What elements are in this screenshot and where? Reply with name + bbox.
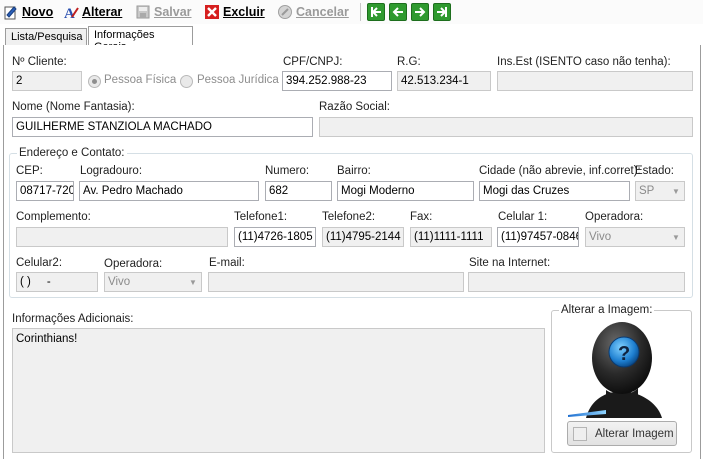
celular1-field[interactable]: (11)97457-0846 xyxy=(497,227,579,247)
operadora2-label: Operadora: xyxy=(104,258,163,270)
toolbar: Novo A Alterar Salvar Excluir Cancelar xyxy=(0,0,703,24)
toolbar-separator xyxy=(360,3,361,21)
cpf-label: CPF/CNPJ: xyxy=(283,56,343,68)
imagem-title: Alterar a Imagem: xyxy=(559,304,655,316)
fax-label: Fax: xyxy=(410,211,433,223)
complemento-label: Complemento: xyxy=(16,211,91,223)
telefone1-field[interactable]: (11)4726-1805 xyxy=(234,227,316,247)
operadora1-select[interactable]: Vivo ▼ xyxy=(585,227,685,247)
ins-est-field[interactable] xyxy=(497,71,693,91)
info-adicionais-label: Informações Adicionais: xyxy=(12,313,134,325)
estado-select[interactable]: SP ▼ xyxy=(635,181,685,201)
new-document-icon xyxy=(4,6,17,20)
rg-label: R.G: xyxy=(397,56,421,68)
fax-field[interactable]: (11)1111-1111 xyxy=(410,227,492,247)
cep-field[interactable]: 08717-720 xyxy=(16,181,74,201)
n-cliente-field[interactable]: 2 xyxy=(12,71,82,91)
save-disk-icon xyxy=(136,5,150,19)
last-arrow-icon xyxy=(437,7,447,17)
cpf-field[interactable]: 394.252.988-23 xyxy=(282,71,392,91)
tab-lista-pesquisa[interactable]: Lista/Pesquisa xyxy=(5,28,87,46)
pessoa-juridica-label: Pessoa Jurídica xyxy=(197,74,279,86)
cancelar-button[interactable]: Cancelar xyxy=(277,3,349,21)
operadora2-value: Vivo xyxy=(108,276,131,288)
chevron-down-icon: ▼ xyxy=(672,186,680,196)
pessoa-fisica-radio[interactable] xyxy=(88,75,101,88)
nome-field[interactable]: GUILHERME STANZIOLA MACHADO xyxy=(12,117,313,137)
cancel-circle-icon xyxy=(278,5,292,19)
bairro-field[interactable]: Mogi Moderno xyxy=(337,181,474,201)
svg-text:?: ? xyxy=(618,343,630,365)
logradouro-field[interactable]: Av. Pedro Machado xyxy=(79,181,259,201)
estado-value: SP xyxy=(639,185,655,197)
first-record-button[interactable] xyxy=(367,3,385,21)
info-adicionais-textarea[interactable]: Corinthians! xyxy=(12,328,545,453)
pessoa-juridica-radio[interactable] xyxy=(180,75,193,88)
email-label: E-mail: xyxy=(209,257,245,269)
ins-est-label: Ins.Est (ISENTO caso não tenha): xyxy=(497,56,671,68)
alterar-imagem-button[interactable]: Alterar Imagem xyxy=(567,421,677,446)
numero-label: Numero: xyxy=(265,165,310,177)
razao-social-field[interactable] xyxy=(319,117,693,137)
first-arrow-icon xyxy=(371,7,381,17)
email-field[interactable] xyxy=(208,272,464,292)
operadora1-label: Operadora: xyxy=(585,211,644,223)
site-field[interactable] xyxy=(468,272,685,292)
n-cliente-label: Nº Cliente: xyxy=(12,56,67,68)
razao-social-label: Razão Social: xyxy=(319,101,390,113)
excluir-label: Excluir xyxy=(223,5,265,19)
numero-field[interactable]: 682 xyxy=(265,181,332,201)
alterar-label: Alterar xyxy=(82,5,123,19)
cancelar-label: Cancelar xyxy=(296,5,349,19)
telefone2-label: Telefone2: xyxy=(322,211,376,223)
svg-text:A: A xyxy=(64,6,75,20)
last-record-button[interactable] xyxy=(433,3,451,21)
salvar-label: Salvar xyxy=(154,5,192,19)
celular1-label: Celular 1: xyxy=(498,211,548,223)
celular2-label: Celular2: xyxy=(16,257,63,269)
tab-informacoes-gerais[interactable]: Informações Gerais xyxy=(88,26,193,53)
edit-letter-icon: A xyxy=(64,6,79,20)
cidade-label: Cidade (não abrevie, inf.corret): xyxy=(479,165,641,177)
next-record-button[interactable] xyxy=(411,3,429,21)
nome-label: Nome (Nome Fantasia): xyxy=(12,101,135,113)
alterar-button[interactable]: A Alterar xyxy=(63,3,122,21)
chevron-down-icon: ▼ xyxy=(189,277,197,287)
image-icon xyxy=(573,426,587,441)
delete-x-icon xyxy=(205,5,219,19)
cep-label: CEP: xyxy=(16,165,43,177)
telefone1-label: Telefone1: xyxy=(234,211,288,223)
pessoa-fisica-label: Pessoa Física xyxy=(104,74,177,86)
operadora1-value: Vivo xyxy=(589,231,612,243)
previous-record-button[interactable] xyxy=(389,3,407,21)
estado-label: Estado: xyxy=(635,165,674,177)
telefone2-field[interactable]: (11)4795-2144 xyxy=(322,227,404,247)
operadora2-select[interactable]: Vivo ▼ xyxy=(104,272,202,292)
excluir-button[interactable]: Excluir xyxy=(204,3,265,21)
celular2-field[interactable]: ( ) - xyxy=(16,272,98,292)
site-label: Site na Internet: xyxy=(469,257,551,269)
alterar-imagem-label: Alterar Imagem xyxy=(595,427,674,440)
endereco-title: Endereço e Contato: xyxy=(17,147,127,159)
novo-label: Novo xyxy=(22,5,54,19)
rg-field[interactable]: 42.513.234-1 xyxy=(397,71,491,91)
salvar-button[interactable]: Salvar xyxy=(135,3,192,21)
complemento-field[interactable] xyxy=(16,227,228,247)
unknown-person-icon: ? xyxy=(568,322,662,418)
chevron-down-icon: ▼ xyxy=(672,232,680,242)
logradouro-label: Logradouro: xyxy=(80,165,143,177)
left-arrow-icon xyxy=(392,7,403,17)
bairro-label: Bairro: xyxy=(337,165,371,177)
cidade-field[interactable]: Mogi das Cruzes xyxy=(479,181,630,201)
right-arrow-icon xyxy=(415,7,426,17)
novo-button[interactable]: Novo xyxy=(3,3,53,21)
